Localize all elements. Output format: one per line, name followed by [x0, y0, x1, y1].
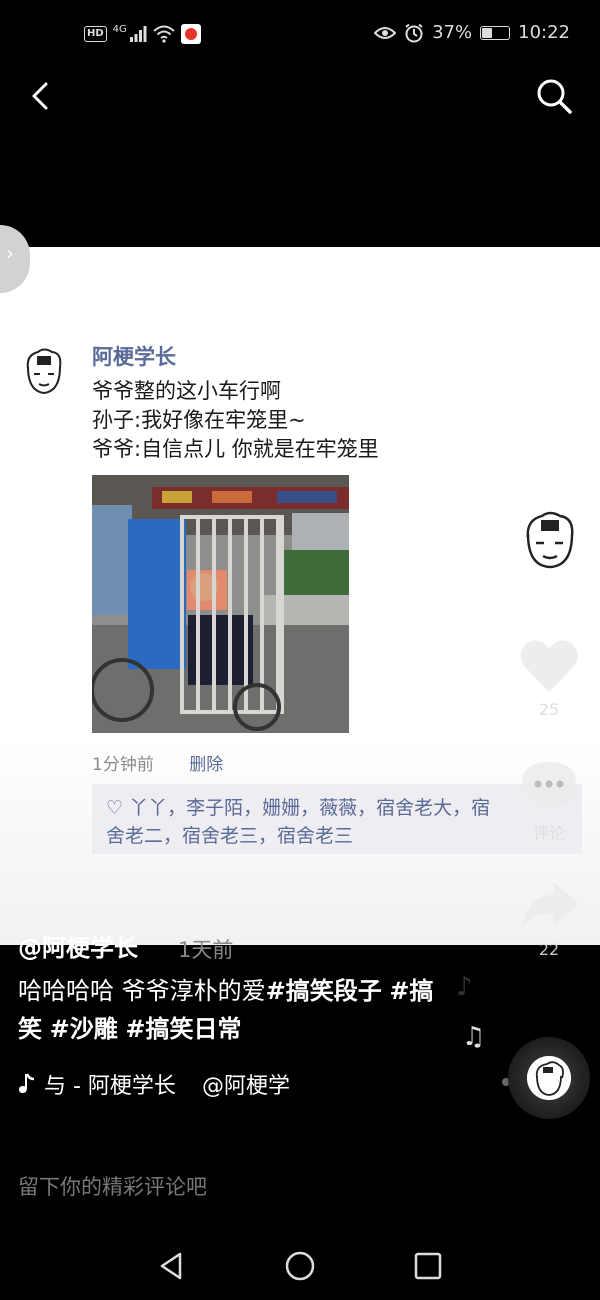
comment-icon [522, 762, 576, 812]
like-count: 25 [538, 700, 560, 719]
disc-avatar [527, 1056, 571, 1100]
hd-badge: HD [84, 26, 107, 42]
notification-app-icon [180, 24, 201, 44]
back-button[interactable] [24, 78, 60, 114]
share-count: 22 [538, 940, 560, 959]
search-icon [537, 79, 572, 114]
likes-box: ♡ 丫丫，李子陌，姗姗，薇薇，宿舍老大，宿 舍老二，宿舍老三，宿舍老三 [92, 784, 582, 854]
like-button[interactable]: 25 [514, 638, 584, 719]
likes-line[interactable]: 舍老二，宿舍老三，宿舍老三 [106, 822, 568, 850]
circle-home-icon [285, 1251, 315, 1281]
alarm-icon [405, 23, 423, 42]
search-button[interactable] [534, 76, 574, 116]
signal-icon [129, 26, 147, 42]
hashtag[interactable]: #搞笑段子 [266, 977, 382, 1005]
comment-button[interactable]: 评论 [514, 758, 584, 844]
chevron-left-icon [32, 82, 48, 110]
network-type: 4G [112, 23, 127, 35]
square-recents-icon [414, 1252, 442, 1280]
likes-line[interactable]: ♡ 丫丫，李子陌，姗姗，薇薇，宿舍老大，宿 [106, 794, 568, 822]
post-photo[interactable] [92, 475, 349, 733]
comment-input[interactable] [18, 1170, 578, 1204]
music-info[interactable]: 与 - 阿梗学长 @阿梗学 [18, 1068, 290, 1100]
clock: 10:22 [518, 22, 570, 43]
chevron-right-icon: › [6, 241, 14, 265]
battery-fill [482, 27, 493, 38]
battery-icon [480, 25, 511, 40]
share-button[interactable]: 22 [514, 878, 584, 959]
post-line: 孙子:我好像在牢笼里~ [92, 408, 306, 432]
caption-text: 哈哈哈哈 爷爷淳朴的爱 [18, 977, 266, 1005]
creator-avatar[interactable] [522, 510, 578, 570]
top-nav [0, 70, 600, 130]
post-time: 1分钟前 [92, 755, 154, 775]
video-caption: 哈哈哈哈 爷爷淳朴的爱#搞笑段子 #搞笑 #沙雕 #搞笑日常 [18, 972, 438, 1048]
post-card: › 阿梗学长 爷爷整的这小车行啊 孙子:我好像在牢笼里~ 爷爷:自信点儿 你就是… [0, 225, 600, 945]
wifi-icon [153, 25, 175, 43]
video-author[interactable]: @阿梗学长 [18, 928, 138, 963]
post-line: 爷爷:自信点儿 你就是在牢笼里 [92, 437, 379, 461]
side-expand-button[interactable]: › [0, 225, 30, 293]
heart-icon [520, 640, 578, 692]
author-avatar[interactable] [22, 347, 66, 397]
video-time: 1天前 [178, 938, 234, 962]
music-note-icon: ♪ [456, 972, 473, 1002]
post-author-name[interactable]: 阿梗学长 [92, 341, 176, 371]
status-left: HD 4G [84, 24, 201, 44]
post-meta: 1分钟前 删除 [92, 750, 223, 775]
eye-icon [374, 26, 397, 39]
system-nav-bar [0, 1230, 600, 1300]
music-author: @阿梗学 [201, 1074, 290, 1099]
hashtag[interactable]: #沙雕 [50, 1015, 118, 1043]
hashtag[interactable]: #搞笑日常 [125, 1015, 241, 1043]
battery-percent: 37% [432, 22, 473, 43]
tiktok-note-icon [19, 1073, 35, 1093]
triangle-back-icon [160, 1252, 182, 1280]
nav-recents-button[interactable] [412, 1250, 444, 1282]
delete-button[interactable]: 删除 [189, 755, 223, 775]
status-bar: HD 4G 37% 10:22 [0, 0, 600, 70]
comment-label: 评论 [532, 824, 565, 843]
share-arrow-icon [522, 882, 578, 928]
music-title: 与 - 阿梗学长 [44, 1074, 176, 1099]
post-line: 爷爷整的这小车行啊 [92, 379, 281, 403]
status-right: 37% 10:22 [374, 22, 570, 43]
post-text: 爷爷整的这小车行啊 孙子:我好像在牢笼里~ 爷爷:自信点儿 你就是在牢笼里 [92, 377, 379, 464]
nav-back-button[interactable] [156, 1250, 188, 1282]
music-note-icon: ♫ [462, 1022, 486, 1052]
music-disc-button[interactable] [508, 1037, 590, 1119]
nav-home-button[interactable] [284, 1250, 316, 1282]
